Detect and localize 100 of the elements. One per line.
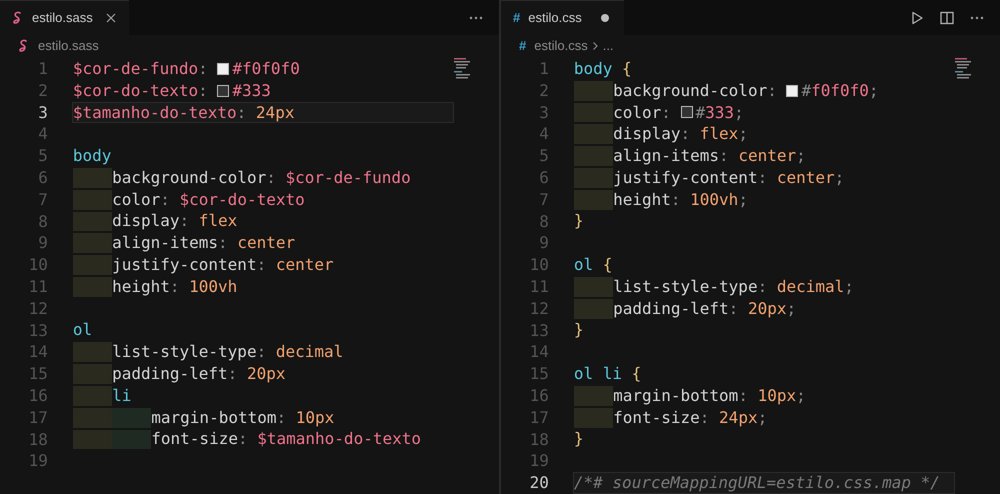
line-number: 1	[37, 58, 48, 80]
variable-name: $cor-de-fundo	[72, 58, 198, 79]
brace: }	[574, 211, 584, 232]
property-name: align-items	[613, 146, 720, 166]
line-number: 14	[528, 341, 549, 364]
line-number: 2	[538, 80, 549, 102]
punctuation: :	[266, 168, 277, 188]
line-number: 7	[37, 188, 48, 211]
breadcrumb-item[interactable]: ...	[602, 36, 614, 56]
punctuation: #	[801, 80, 812, 101]
punctuation: :	[276, 408, 288, 428]
keyword-value: center	[738, 146, 796, 166]
more-icon[interactable]	[469, 16, 483, 20]
line-number: 16	[28, 384, 48, 407]
line-number: 7	[538, 188, 549, 211]
punctuation: :	[758, 168, 768, 188]
punctuation: ;	[734, 102, 744, 122]
line-number: 11	[528, 276, 549, 298]
punctuation: ;	[844, 276, 854, 297]
property-name: padding-left	[613, 298, 729, 319]
number-value: 10px	[758, 386, 796, 406]
property-name: display	[613, 124, 681, 144]
color-swatch[interactable]	[217, 84, 230, 97]
editor-tab[interactable]: estilo.sass	[0, 0, 129, 35]
punctuation: :	[728, 298, 740, 319]
property-name: display	[112, 211, 180, 232]
line-number: 14	[28, 341, 48, 364]
number-value: 24px	[256, 102, 294, 122]
brace: {	[622, 58, 632, 79]
keyword-value: center	[776, 168, 835, 188]
line-number: 9	[538, 232, 549, 254]
number-value: 20px	[246, 364, 286, 384]
property-name: justify-content	[112, 255, 257, 276]
punctuation: :	[160, 190, 171, 210]
punctuation: ;	[738, 190, 748, 210]
keyword-value: decimal	[776, 276, 844, 297]
line-number: 12	[28, 298, 48, 320]
keyword-value: decimal	[276, 342, 344, 362]
breadcrumb-item[interactable]: estilo.sass	[38, 36, 99, 56]
property-name: color	[112, 190, 160, 210]
line-number: 4	[538, 123, 549, 146]
brace: }	[574, 320, 584, 340]
property-name: margin-bottom	[613, 386, 738, 406]
line-number: 19	[528, 450, 549, 472]
line-number: 8	[37, 210, 48, 232]
keyword-value: flex	[198, 211, 238, 232]
variable-name: $cor-do-texto	[180, 190, 305, 210]
chevron-right-icon	[592, 41, 599, 51]
variable-name: $cor-de-fundo	[285, 168, 411, 188]
line-number: 10	[528, 254, 549, 276]
line-number: 3	[37, 102, 48, 124]
number-value: 20px	[748, 298, 786, 319]
line-number: 15	[28, 363, 48, 385]
property-name: margin-bottom	[151, 408, 276, 428]
punctuation: :	[198, 58, 209, 79]
line-number: 16	[528, 384, 549, 407]
property-name: font-size	[151, 429, 238, 450]
punctuation: :	[719, 146, 730, 166]
color-swatch[interactable]	[786, 84, 798, 97]
color-swatch[interactable]	[680, 106, 693, 118]
line-number: 1	[538, 58, 549, 80]
line-number: 13	[528, 320, 549, 342]
color-value: 333	[705, 102, 734, 122]
punctuation: :	[180, 211, 190, 232]
punctuation: :	[767, 80, 778, 101]
punctuation: #	[696, 102, 706, 122]
brace: }	[574, 429, 584, 450]
close-icon[interactable]	[104, 12, 117, 24]
punctuation: :	[228, 364, 238, 384]
punctuation: :	[218, 233, 229, 254]
editor-tab[interactable]: # estilo.css	[501, 0, 624, 35]
line-number: 20	[528, 472, 549, 494]
split-editor-icon[interactable]	[940, 10, 954, 24]
line-number: 10	[28, 254, 48, 276]
selector: ol li	[574, 364, 622, 384]
punctuation: :	[170, 276, 181, 297]
selector: ol	[574, 255, 594, 276]
line-number: 18	[528, 428, 549, 450]
color-swatch[interactable]	[217, 62, 230, 75]
property-name: list-style-type	[613, 276, 758, 297]
line-number: 5	[37, 145, 48, 167]
variable-name: $tamanho-do-texto	[72, 102, 237, 122]
number-value: 10px	[296, 408, 334, 428]
punctuation: :	[700, 408, 710, 428]
color-value: #f0f0f0	[232, 58, 300, 79]
punctuation: ;	[758, 408, 768, 428]
breadcrumb-item[interactable]: estilo.css	[534, 36, 588, 56]
variable-name: $tamanho-do-texto	[257, 429, 421, 450]
variable-name: $cor-do-texto	[72, 80, 198, 101]
more-icon[interactable]	[970, 16, 984, 20]
property-name: font-size	[613, 408, 700, 428]
css-hash-icon: #	[513, 8, 520, 28]
line-number: 5	[538, 145, 549, 167]
punctuation: :	[238, 429, 249, 450]
line-number: 12	[528, 298, 549, 320]
property-name: height	[613, 190, 671, 210]
punctuation: ;	[786, 298, 796, 319]
sass-icon	[18, 39, 30, 53]
selector: li	[112, 386, 132, 406]
run-icon[interactable]	[910, 10, 924, 24]
